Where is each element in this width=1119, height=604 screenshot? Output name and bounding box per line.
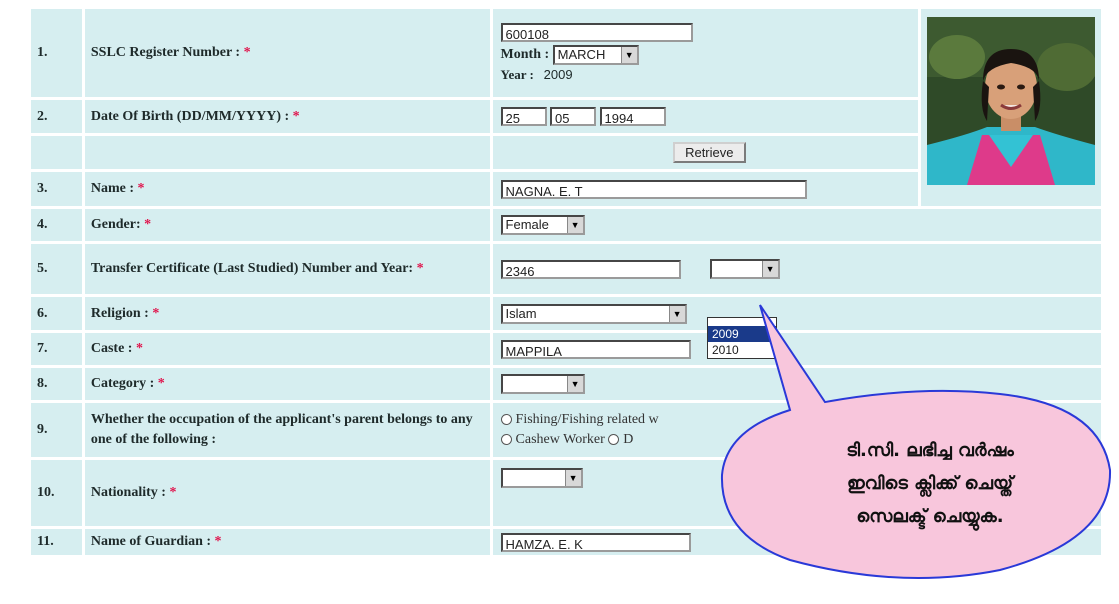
callout-line: സെലക്ട് ചെയ്യുക.	[856, 506, 1004, 527]
callout-line: ഇവിടെ ക്ലിക്ക് ചെയ്ത്	[847, 473, 1013, 494]
callout-line: ടി.സി. ലഭിച്ച വർഷം	[846, 440, 1014, 461]
callout-text: ടി.സി. ലഭിച്ച വർഷം ഇവിടെ ക്ലിക്ക് ചെയ്ത്…	[760, 434, 1100, 533]
